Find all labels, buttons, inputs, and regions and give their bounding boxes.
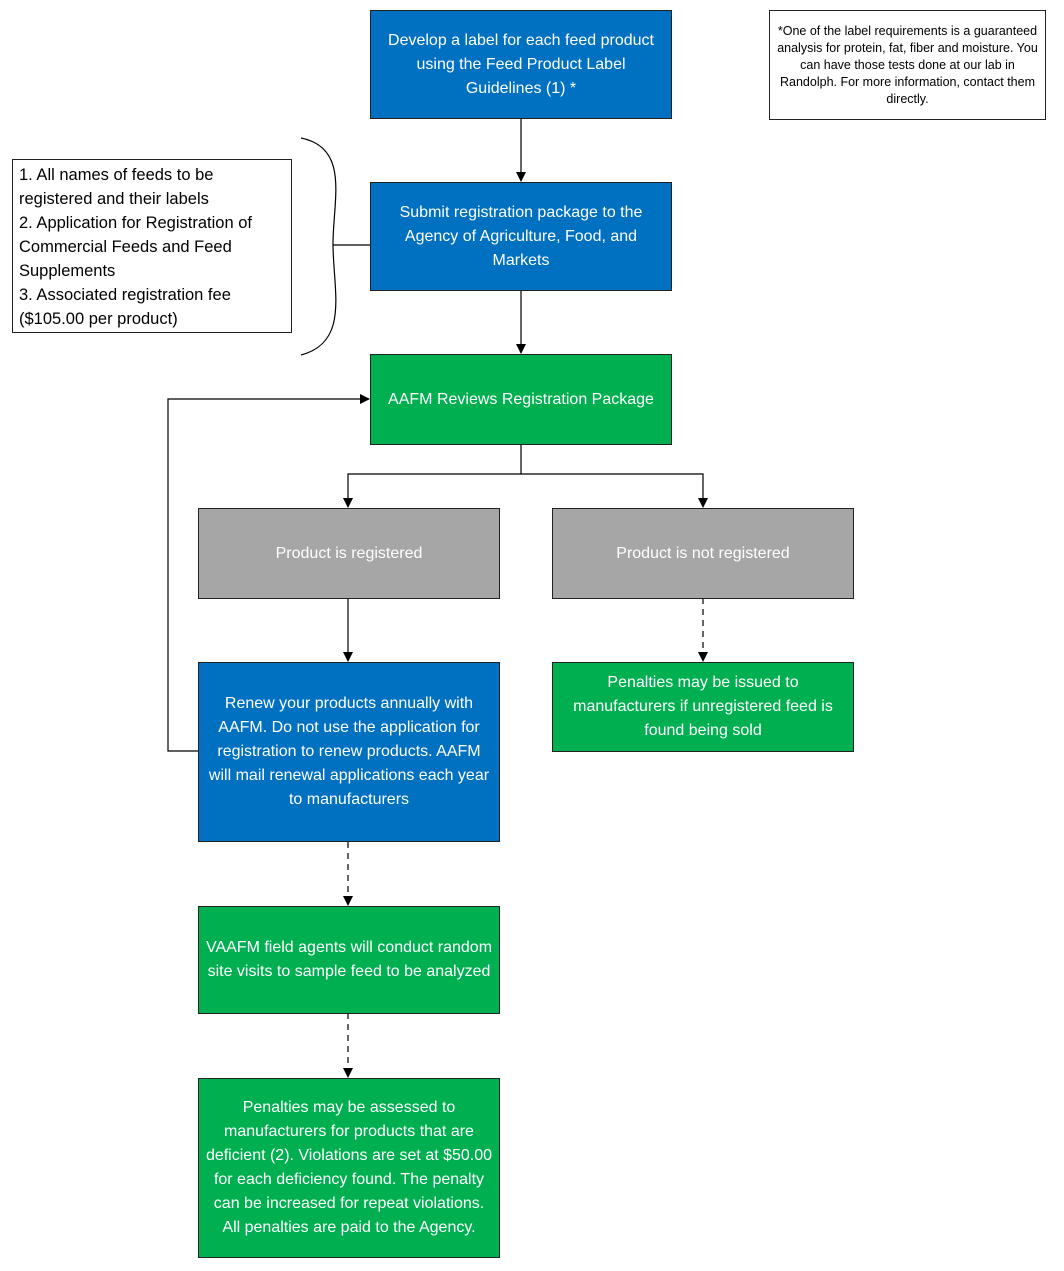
node-product-not-registered: Product is not registered [552,508,854,599]
node-develop-label-text: Develop a label for each feed product us… [388,31,654,97]
node-field-agents-text: VAAFM field agents will conduct random s… [205,939,493,980]
node-penalties-unregistered-text: Penalties may be issued to manufacturers… [573,674,833,739]
footnote-box: *One of the label requirements is a guar… [769,10,1046,120]
footnote-text: *One of the label requirements is a guar… [777,23,1038,106]
package-item: 1. All names of feeds to be registered a… [19,166,214,208]
node-penalties-deficient: Penalties may be assessed to manufacture… [198,1078,500,1258]
node-submit-package-text: Submit registration package to the Agenc… [399,203,643,269]
node-product-not-registered-text: Product is not registered [616,544,790,562]
package-item: 2. Application for Registration of Comme… [19,214,252,280]
node-develop-label: Develop a label for each feed product us… [370,10,672,119]
node-renew-products-text: Renew your products annually with AAFM. … [208,695,490,808]
node-aafm-reviews-text: AAFM Reviews Registration Package [388,390,654,408]
brace [300,137,337,356]
node-product-registered: Product is registered [198,508,500,599]
node-submit-package: Submit registration package to the Agenc… [370,182,672,291]
package-item: 3. Associated registration fee ($105.00 … [19,286,231,328]
node-product-registered-text: Product is registered [275,544,423,562]
node-penalties-unregistered: Penalties may be issued to manufacturers… [552,662,854,752]
node-aafm-reviews: AAFM Reviews Registration Package [370,354,672,445]
arrow-review-to-registered [343,445,522,508]
node-renew-products: Renew your products annually with AAFM. … [198,662,500,842]
node-field-agents: VAAFM field agents will conduct random s… [198,906,500,1014]
package-contents-box: 1. All names of feeds to be registered a… [12,159,292,333]
node-penalties-deficient-text: Penalties may be assessed to manufacture… [205,1099,493,1236]
arrow-review-to-not-registered [521,473,708,508]
